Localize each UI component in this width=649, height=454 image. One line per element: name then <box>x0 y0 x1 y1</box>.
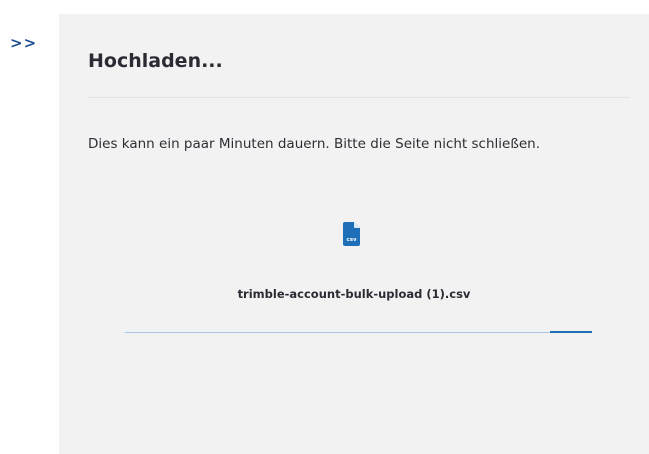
title-divider <box>88 97 630 98</box>
csv-file-icon: csv <box>343 222 360 246</box>
expand-sidebar-button[interactable]: >> <box>10 34 37 52</box>
upload-progress-indicator <box>549 331 592 333</box>
upload-progress-bar <box>125 331 592 333</box>
file-name: trimble-account-bulk-upload (1).csv <box>237 287 471 301</box>
upload-page: >> Hochladen... Dies kann ein paar Minut… <box>0 0 649 454</box>
page-title: Hochladen... <box>88 50 223 72</box>
upload-message: Dies kann ein paar Minuten dauern. Bitte… <box>88 136 540 152</box>
upload-panel: Hochladen... Dies kann ein paar Minuten … <box>59 14 649 454</box>
csv-icon-label: csv <box>346 237 357 243</box>
